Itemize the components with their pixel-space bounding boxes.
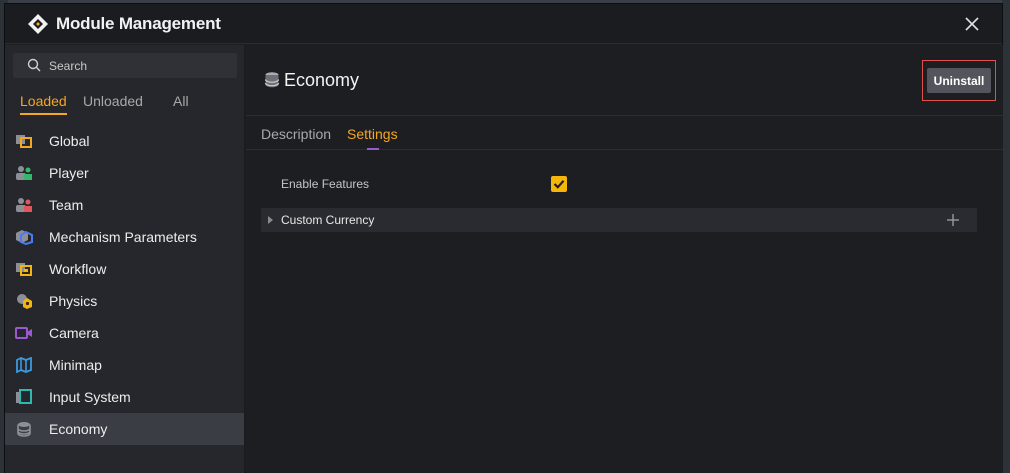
module-item-player[interactable]: Player: [5, 157, 244, 189]
uninstall-highlight: Uninstall: [922, 60, 996, 101]
dialog-titlebar: Module Management: [5, 4, 1002, 44]
checkmark-icon: [553, 180, 565, 189]
module-detail-panel: Economy Uninstall Description Settings E…: [246, 45, 1003, 473]
module-label: Workflow: [49, 261, 107, 277]
active-tab-indicator: [367, 148, 379, 150]
custom-currency-group[interactable]: Custom Currency: [261, 208, 977, 232]
module-item-input-system[interactable]: Input System: [5, 381, 244, 413]
tab-loaded[interactable]: Loaded: [20, 93, 67, 115]
module-item-minimap[interactable]: Minimap: [5, 349, 244, 381]
module-management-dialog: Module Management Search Loaded Unloaded…: [4, 3, 1003, 473]
module-label: Physics: [49, 293, 98, 309]
economy-icon: [264, 72, 280, 88]
module-item-mechanism-parameters[interactable]: Mechanism Parameters: [5, 221, 244, 253]
economy-icon: [17, 422, 31, 437]
module-label: Economy: [49, 421, 108, 437]
module-header: Economy Uninstall: [246, 45, 1003, 116]
global-icon: [16, 135, 32, 148]
physics-icon: [17, 294, 32, 309]
close-icon[interactable]: [962, 14, 982, 34]
search-icon: [27, 58, 41, 72]
tab-settings[interactable]: Settings: [347, 126, 398, 148]
backdrop-right: [1002, 0, 1010, 473]
app-logo-icon: [28, 14, 48, 34]
team-icon: [16, 198, 32, 212]
module-item-workflow[interactable]: Workflow: [5, 253, 244, 285]
module-label: Camera: [49, 325, 99, 341]
plus-icon[interactable]: [946, 213, 960, 227]
minimap-icon: [16, 357, 32, 373]
enable-features-checkbox[interactable]: [551, 176, 567, 192]
module-label: Mechanism Parameters: [49, 229, 197, 245]
module-item-economy[interactable]: Economy: [5, 413, 244, 445]
enable-features-label: Enable Features: [281, 177, 370, 191]
module-label: Global: [49, 133, 90, 149]
expand-caret-icon[interactable]: [268, 216, 273, 224]
tab-description[interactable]: Description: [261, 126, 331, 148]
module-title: Economy: [284, 70, 360, 90]
custom-currency-label: Custom Currency: [281, 213, 375, 227]
search-placeholder: Search: [49, 59, 88, 73]
camera-icon: [15, 327, 32, 339]
module-item-physics[interactable]: Physics: [5, 285, 244, 317]
filter-tabs: Loaded Unloaded All: [13, 93, 233, 117]
tab-all[interactable]: All: [173, 93, 189, 113]
module-label: Input System: [49, 389, 131, 405]
player-icon: [16, 166, 32, 180]
search-input[interactable]: Search: [13, 53, 237, 78]
detail-tabs: Description Settings: [246, 117, 1003, 150]
tab-unloaded[interactable]: Unloaded: [83, 93, 143, 113]
module-sidebar: Search Loaded Unloaded All Global Player…: [5, 45, 245, 473]
workflow-icon: [16, 263, 32, 276]
mechanism-icon: [16, 230, 33, 245]
dialog-title: Module Management: [56, 14, 221, 33]
module-label: Minimap: [49, 357, 102, 373]
module-item-camera[interactable]: Camera: [5, 317, 244, 349]
module-item-team[interactable]: Team: [5, 189, 244, 221]
module-label: Team: [49, 197, 84, 213]
enable-features-row: Enable Features: [281, 176, 981, 197]
module-item-global[interactable]: Global: [5, 125, 244, 157]
module-label: Player: [49, 165, 89, 181]
input-system-icon: [16, 389, 32, 404]
uninstall-button[interactable]: Uninstall: [927, 68, 991, 93]
module-list: Global Player Team Mechanism Parameters …: [5, 125, 244, 445]
